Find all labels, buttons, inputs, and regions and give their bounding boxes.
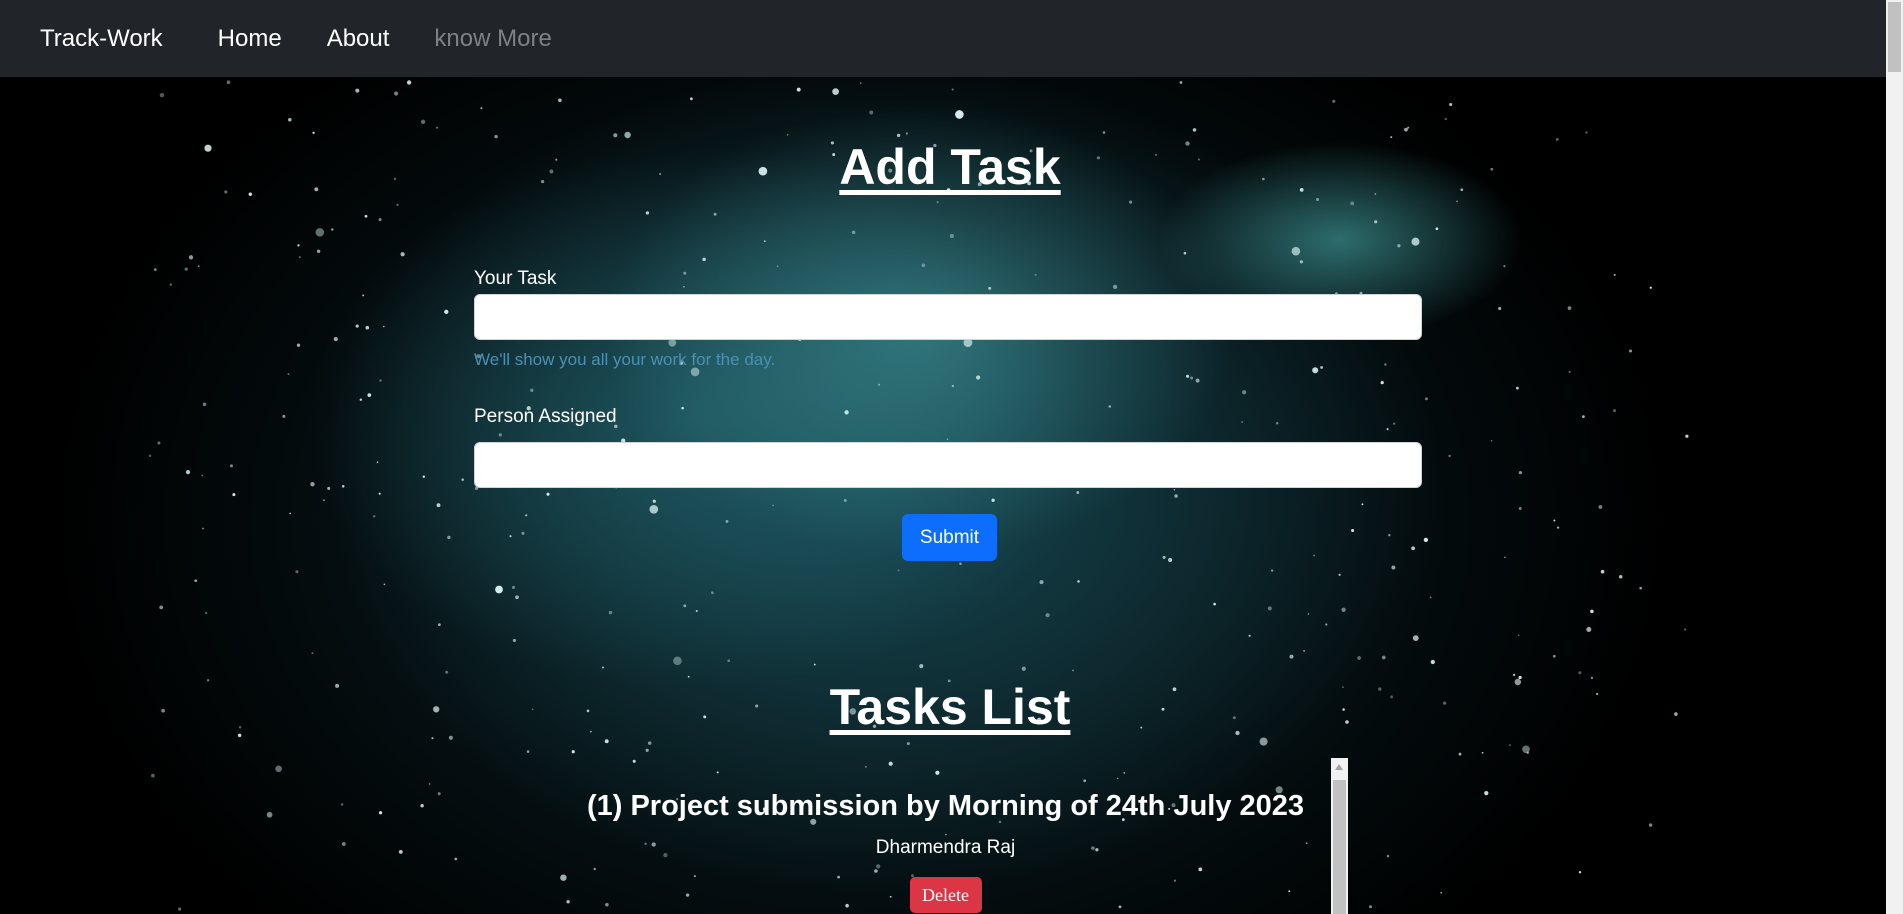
person-input[interactable] (474, 442, 1422, 488)
tasks-list-heading: Tasks List (829, 679, 1071, 735)
page-scrollbar-thumb[interactable] (1888, 2, 1901, 72)
main-content: Add Task Your Task We'll show you all yo… (0, 0, 1886, 914)
task-title: (1) Project submission by Morning of 24t… (586, 790, 1305, 822)
tasks-list-container[interactable]: (1) Project submission by Morning of 24t… (560, 758, 1348, 914)
add-task-heading: Add Task (839, 139, 1061, 195)
task-person: Dharmendra Raj (875, 837, 1016, 858)
person-label: Person Assigned (474, 406, 617, 427)
page-scrollbar[interactable] (1886, 0, 1903, 914)
nav-link-home[interactable]: Home (218, 25, 282, 53)
delete-button[interactable]: Delete (909, 877, 982, 913)
tasks-scrollbar[interactable] (1331, 758, 1348, 914)
task-help-text: We'll show you all your work for the day… (474, 350, 776, 369)
task-label: Your Task (474, 268, 557, 289)
nav-links: Home About know More (218, 25, 597, 53)
brand-link[interactable]: Track-Work (40, 25, 163, 53)
task-input[interactable] (474, 294, 1422, 340)
tasks-scrollbar-thumb[interactable] (1333, 780, 1346, 914)
nav-link-about[interactable]: About (327, 25, 390, 53)
nav-link-know-more[interactable]: know More (434, 25, 551, 53)
page: Track-Work Home About know More Add Task… (0, 0, 1903, 914)
task-item: (1) Project submission by Morning of 24t… (560, 790, 1331, 913)
submit-button[interactable]: Submit (902, 514, 997, 561)
navbar: Track-Work Home About know More (0, 0, 1886, 77)
scroll-up-arrow-icon[interactable] (1335, 764, 1343, 770)
